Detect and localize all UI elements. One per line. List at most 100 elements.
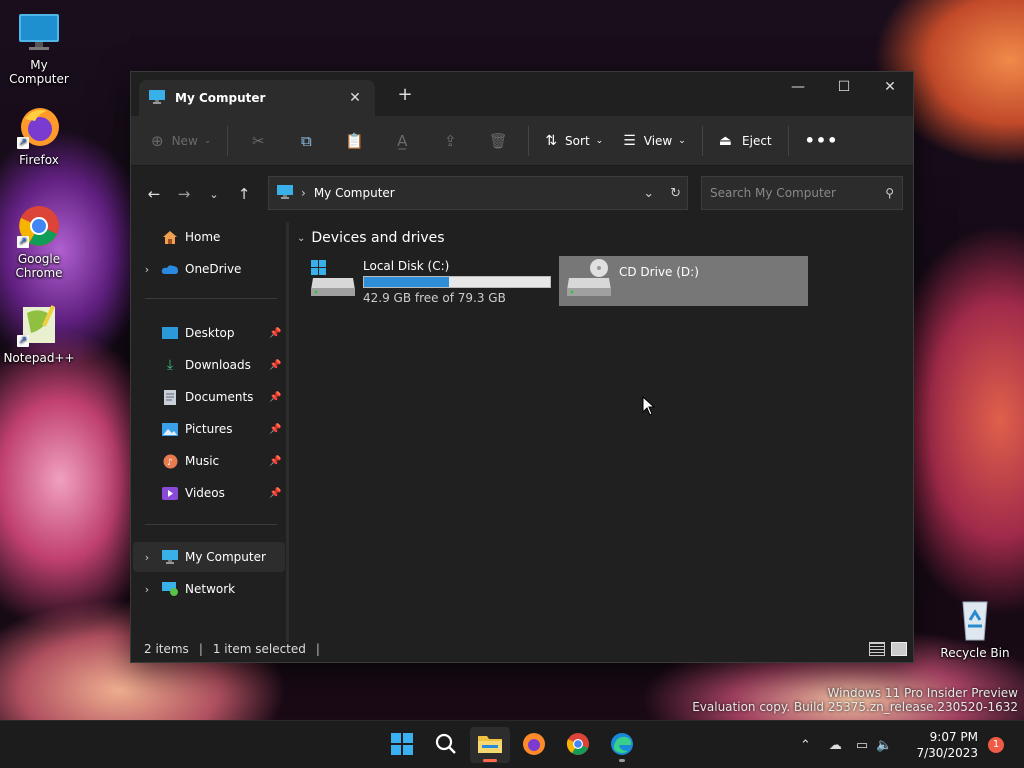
rename-button[interactable]: A̲	[378, 125, 426, 157]
taskbar-firefox[interactable]	[514, 727, 554, 763]
delete-button[interactable]: 🗑	[474, 125, 522, 157]
onedrive-offline-icon[interactable]: ☁	[829, 738, 842, 753]
sidebar-item-label: Documents	[185, 390, 254, 404]
home-icon	[161, 229, 179, 245]
drive-name: CD Drive (D:)	[619, 265, 699, 279]
clipboard-icon: 📋	[344, 131, 364, 150]
expand-chevron-icon[interactable]: ›	[133, 263, 161, 276]
search-icon	[435, 733, 457, 758]
desktop-icon-notepad-plus-plus[interactable]: ↗ Notepad++	[1, 303, 77, 365]
drive-item-local-disk-c[interactable]: Local Disk (C:) 42.9 GB free of 79.3 GB	[309, 258, 551, 308]
sort-button[interactable]: ⇅ Sort ⌄	[535, 125, 613, 157]
active-indicator	[483, 759, 497, 762]
title-bar[interactable]: My Computer ✕ + — ☐ ✕	[131, 72, 913, 116]
large-icons-view-icon[interactable]	[891, 642, 907, 656]
computer-icon	[149, 89, 165, 107]
desktop-icon-label: Google Chrome	[15, 252, 63, 280]
command-bar: ⊕ New ⌄ ✂ ⧉ 📋 A̲ ⇪ 🗑 ⇅ Sort ⌄ ☰ View ⌄ ⏏…	[131, 116, 913, 166]
hard-drive-icon	[309, 258, 357, 298]
chrome-icon: ↗	[17, 204, 61, 248]
desktop-icon-recycle-bin[interactable]: Recycle Bin	[937, 598, 1013, 660]
view-list-icon: ☰	[623, 132, 636, 149]
onedrive-icon	[161, 261, 179, 277]
sidebar-item-label: OneDrive	[185, 262, 242, 276]
sidebar-item-desktop[interactable]: Desktop 📌	[133, 318, 285, 348]
videos-icon	[161, 485, 179, 501]
desktop-icon-label: My Computer	[9, 58, 69, 86]
address-dropdown-icon[interactable]: ⌄	[643, 186, 654, 201]
toolbar-divider	[528, 125, 530, 156]
new-tab-button[interactable]: +	[393, 84, 417, 105]
network-status-icon[interactable]: ▭	[856, 738, 868, 753]
details-view-icon[interactable]	[869, 642, 885, 656]
svg-text:♪: ♪	[167, 458, 173, 468]
desktop-icon-my-computer[interactable]: My Computer	[1, 10, 77, 86]
desktop-icon	[161, 325, 179, 341]
minimize-button[interactable]: —	[775, 72, 821, 102]
copy-button[interactable]: ⧉	[282, 125, 330, 157]
breadcrumb[interactable]: My Computer	[314, 186, 395, 200]
refresh-icon[interactable]: ↻	[670, 186, 681, 201]
sidebar-item-downloads[interactable]: ⤓ Downloads 📌	[133, 350, 285, 380]
sidebar-item-network[interactable]: › Network	[133, 574, 285, 604]
taskbar-edge[interactable]	[602, 727, 642, 763]
documents-icon	[161, 389, 179, 405]
sidebar-item-home[interactable]: Home	[133, 222, 285, 252]
expand-chevron-icon[interactable]: ›	[133, 551, 161, 564]
recent-locations-button[interactable]: ⌄	[199, 179, 229, 209]
file-explorer-window: My Computer ✕ + — ☐ ✕ ⊕ New ⌄ ✂ ⧉ 📋 A̲ ⇪…	[130, 71, 914, 663]
search-box[interactable]: ⚲	[701, 176, 903, 210]
sort-label: Sort	[565, 133, 590, 148]
taskbar-chrome[interactable]	[558, 727, 598, 763]
taskbar-file-explorer[interactable]	[470, 727, 510, 763]
tab-title: My Computer	[175, 91, 266, 105]
close-tab-icon[interactable]: ✕	[345, 90, 365, 106]
arrow-left-icon: ←	[147, 185, 161, 203]
rename-icon: A̲	[397, 131, 408, 150]
search-icon[interactable]: ⚲	[885, 186, 894, 200]
eject-button[interactable]: ⏏ Eject	[709, 125, 782, 157]
up-button[interactable]: ↑	[229, 179, 259, 209]
sidebar-item-onedrive[interactable]: › OneDrive	[133, 254, 285, 284]
address-bar[interactable]: › My Computer ⌄ ↻	[268, 176, 688, 210]
forward-button[interactable]: →	[169, 179, 199, 209]
desktop-icon-chrome[interactable]: ↗ Google Chrome	[1, 204, 77, 280]
expand-chevron-icon[interactable]: ›	[133, 583, 161, 596]
desktop-icon-label: Recycle Bin	[940, 646, 1010, 660]
status-item-count: 2 items	[144, 642, 189, 656]
group-header-devices[interactable]: ⌄ Devices and drives	[297, 230, 445, 246]
network-icon	[161, 581, 179, 597]
sidebar-item-videos[interactable]: Videos 📌	[133, 478, 285, 508]
content-pane[interactable]: ⌄ Devices and drives Local Disk (C:) 42.…	[291, 222, 913, 642]
pin-icon: 📌	[269, 455, 282, 467]
folder-icon	[477, 733, 503, 758]
start-button[interactable]	[382, 727, 422, 763]
maximize-button[interactable]: ☐	[821, 72, 867, 102]
desktop-icon-firefox[interactable]: ↗ Firefox	[1, 105, 77, 167]
sidebar-item-documents[interactable]: Documents 📌	[133, 382, 285, 412]
sidebar-item-pictures[interactable]: Pictures 📌	[133, 414, 285, 444]
status-selection: 1 item selected	[212, 642, 306, 656]
tab-my-computer[interactable]: My Computer ✕	[139, 80, 375, 116]
arrow-right-icon: →	[177, 185, 191, 203]
notification-badge[interactable]: 1	[988, 737, 1004, 753]
search-input[interactable]	[710, 186, 886, 200]
new-button[interactable]: ⊕ New ⌄	[141, 125, 221, 157]
view-button[interactable]: ☰ View ⌄	[613, 125, 696, 157]
taskbar-clock[interactable]: 9:07 PM 7/30/2023	[916, 729, 978, 761]
sidebar-item-my-computer[interactable]: › My Computer	[133, 542, 285, 572]
drive-item-cd-drive-d[interactable]: CD Drive (D:)	[559, 256, 808, 306]
more-options-button[interactable]: •••	[795, 125, 849, 157]
music-icon: ♪	[161, 453, 179, 469]
back-button[interactable]: ←	[139, 179, 169, 209]
share-button[interactable]: ⇪	[426, 125, 474, 157]
new-label: New	[171, 133, 198, 148]
close-window-button[interactable]: ✕	[867, 72, 913, 102]
sidebar-item-music[interactable]: ♪ Music 📌	[133, 446, 285, 476]
show-hidden-icons-chevron-icon[interactable]: ⌃	[800, 738, 811, 753]
drive-usage-fill	[364, 277, 450, 287]
volume-icon[interactable]: 🔈	[876, 738, 892, 753]
search-button[interactable]	[426, 727, 466, 763]
cut-button[interactable]: ✂	[234, 125, 282, 157]
paste-button[interactable]: 📋	[330, 125, 378, 157]
